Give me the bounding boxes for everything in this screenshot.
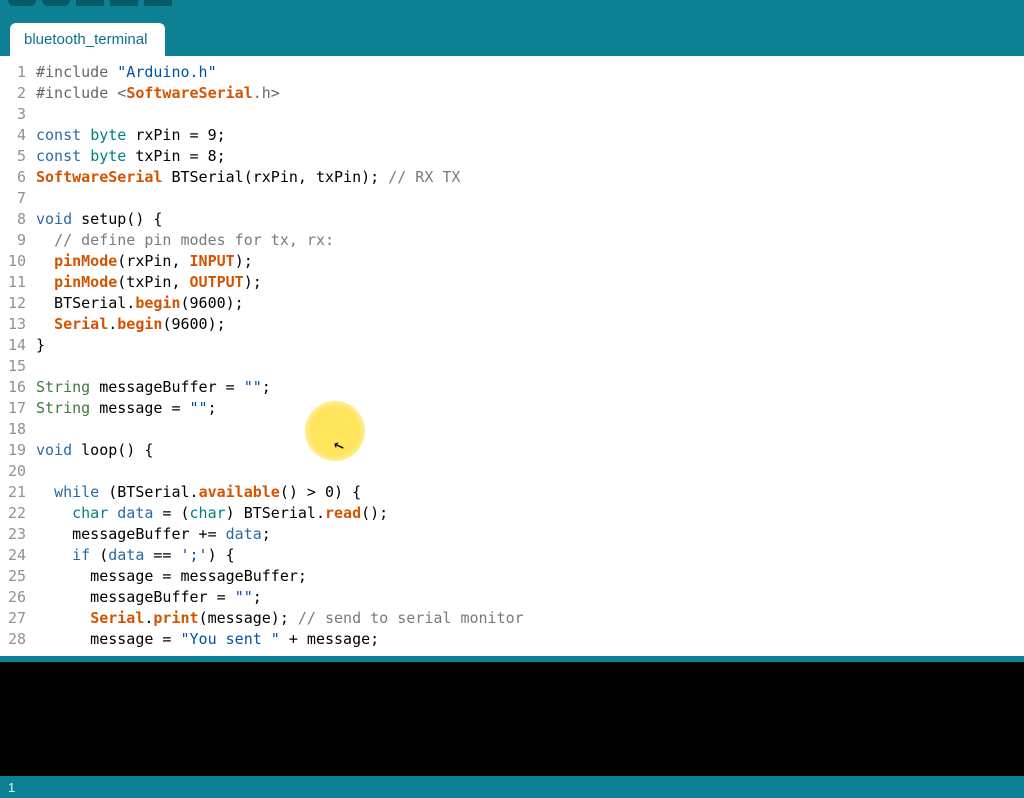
line-source[interactable]: const byte rxPin = 9; <box>32 125 226 146</box>
code-line[interactable]: 27 Serial.print(message); // send to ser… <box>0 608 1024 629</box>
line-number: 28 <box>0 629 32 650</box>
line-number: 21 <box>0 482 32 503</box>
code-line[interactable]: 5const byte txPin = 8; <box>0 146 1024 167</box>
code-line[interactable]: 6SoftwareSerial BTSerial(rxPin, txPin); … <box>0 167 1024 188</box>
line-number: 6 <box>0 167 32 188</box>
code-line[interactable]: 10 pinMode(rxPin, INPUT); <box>0 251 1024 272</box>
line-source[interactable]: if (data == ';') { <box>32 545 235 566</box>
line-number: 23 <box>0 524 32 545</box>
line-source[interactable]: String messageBuffer = ""; <box>32 377 271 398</box>
code-line[interactable]: 22 char data = (char) BTSerial.read(); <box>0 503 1024 524</box>
line-source[interactable] <box>32 188 36 209</box>
line-number: 17 <box>0 398 32 419</box>
code-line[interactable]: 28 message = "You sent " + message; <box>0 629 1024 650</box>
line-number: 25 <box>0 566 32 587</box>
toolbar <box>0 0 1024 12</box>
line-source[interactable]: pinMode(rxPin, INPUT); <box>32 251 253 272</box>
line-number: 5 <box>0 146 32 167</box>
code-line[interactable]: 25 message = messageBuffer; <box>0 566 1024 587</box>
line-number: 8 <box>0 209 32 230</box>
verify-button[interactable] <box>8 0 36 6</box>
code-line[interactable]: 21 while (BTSerial.available() > 0) { <box>0 482 1024 503</box>
status-line-number: 1 <box>8 780 15 795</box>
open-button[interactable] <box>110 0 138 6</box>
line-number: 11 <box>0 272 32 293</box>
code-area[interactable]: 1#include "Arduino.h"2#include <Software… <box>0 56 1024 656</box>
code-line[interactable]: 4const byte rxPin = 9; <box>0 125 1024 146</box>
line-source[interactable]: message = messageBuffer; <box>32 566 307 587</box>
code-line[interactable]: 9 // define pin modes for tx, rx: <box>0 230 1024 251</box>
code-line[interactable]: 20 <box>0 461 1024 482</box>
line-number: 12 <box>0 293 32 314</box>
line-source[interactable]: BTSerial.begin(9600); <box>32 293 244 314</box>
line-number: 24 <box>0 545 32 566</box>
code-line[interactable]: 19void loop() { <box>0 440 1024 461</box>
line-number: 13 <box>0 314 32 335</box>
line-source[interactable]: messageBuffer = ""; <box>32 587 262 608</box>
line-number: 19 <box>0 440 32 461</box>
code-line[interactable]: 23 messageBuffer += data; <box>0 524 1024 545</box>
code-line[interactable]: 12 BTSerial.begin(9600); <box>0 293 1024 314</box>
tab-bluetooth-terminal[interactable]: bluetooth_terminal <box>10 23 165 56</box>
code-line[interactable]: 3 <box>0 104 1024 125</box>
line-source[interactable]: String message = ""; <box>32 398 217 419</box>
line-number: 20 <box>0 461 32 482</box>
code-line[interactable]: 24 if (data == ';') { <box>0 545 1024 566</box>
code-line[interactable]: 16String messageBuffer = ""; <box>0 377 1024 398</box>
code-line[interactable]: 7 <box>0 188 1024 209</box>
line-number: 7 <box>0 188 32 209</box>
line-number: 2 <box>0 83 32 104</box>
code-editor[interactable]: ↖ 1#include "Arduino.h"2#include <Softwa… <box>0 56 1024 656</box>
line-source[interactable] <box>32 104 36 125</box>
line-source[interactable]: SoftwareSerial BTSerial(rxPin, txPin); /… <box>32 167 460 188</box>
save-button[interactable] <box>144 0 172 6</box>
code-line[interactable]: 14} <box>0 335 1024 356</box>
line-number: 27 <box>0 608 32 629</box>
line-source[interactable]: while (BTSerial.available() > 0) { <box>32 482 361 503</box>
upload-button[interactable] <box>42 0 70 6</box>
code-line[interactable]: 17String message = ""; <box>0 398 1024 419</box>
line-number: 14 <box>0 335 32 356</box>
line-source[interactable]: void loop() { <box>32 440 153 461</box>
line-source[interactable]: #include <SoftwareSerial.h> <box>32 83 280 104</box>
code-line[interactable]: 18 <box>0 419 1024 440</box>
line-source[interactable]: pinMode(txPin, OUTPUT); <box>32 272 262 293</box>
line-source[interactable]: Serial.print(message); // send to serial… <box>32 608 524 629</box>
output-console[interactable] <box>0 656 1024 776</box>
tabstrip: bluetooth_terminal <box>0 12 1024 56</box>
line-source[interactable]: // define pin modes for tx, rx: <box>32 230 334 251</box>
line-number: 15 <box>0 356 32 377</box>
line-source[interactable] <box>32 356 36 377</box>
line-source[interactable]: const byte txPin = 8; <box>32 146 226 167</box>
line-number: 1 <box>0 62 32 83</box>
line-source[interactable] <box>32 419 36 440</box>
line-source[interactable]: message = "You sent " + message; <box>32 629 379 650</box>
code-line[interactable]: 8void setup() { <box>0 209 1024 230</box>
code-line[interactable]: 1#include "Arduino.h" <box>0 62 1024 83</box>
line-number: 3 <box>0 104 32 125</box>
line-source[interactable]: messageBuffer += data; <box>32 524 271 545</box>
line-number: 26 <box>0 587 32 608</box>
line-number: 22 <box>0 503 32 524</box>
line-source[interactable]: void setup() { <box>32 209 162 230</box>
line-number: 16 <box>0 377 32 398</box>
new-button[interactable] <box>76 0 104 6</box>
line-source[interactable]: } <box>32 335 45 356</box>
code-line[interactable]: 2#include <SoftwareSerial.h> <box>0 83 1024 104</box>
line-number: 4 <box>0 125 32 146</box>
code-line[interactable]: 11 pinMode(txPin, OUTPUT); <box>0 272 1024 293</box>
line-number: 10 <box>0 251 32 272</box>
line-source[interactable]: #include "Arduino.h" <box>32 62 217 83</box>
line-source[interactable] <box>32 461 36 482</box>
line-source[interactable]: char data = (char) BTSerial.read(); <box>32 503 388 524</box>
code-line[interactable]: 13 Serial.begin(9600); <box>0 314 1024 335</box>
line-number: 18 <box>0 419 32 440</box>
code-line[interactable]: 26 messageBuffer = ""; <box>0 587 1024 608</box>
tab-label: bluetooth_terminal <box>24 31 147 48</box>
line-source[interactable]: Serial.begin(9600); <box>32 314 226 335</box>
status-bar: 1 <box>0 776 1024 798</box>
code-line[interactable]: 15 <box>0 356 1024 377</box>
line-number: 9 <box>0 230 32 251</box>
